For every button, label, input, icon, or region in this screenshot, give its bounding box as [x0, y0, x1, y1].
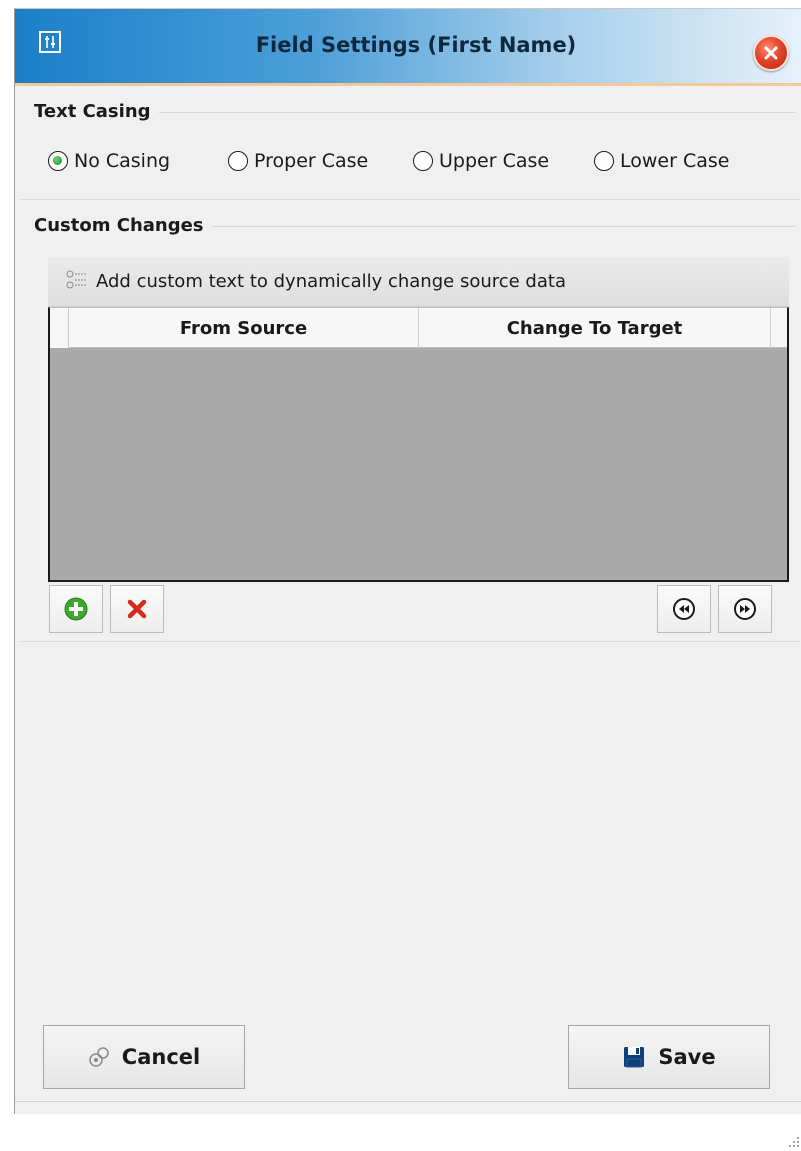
column-header-change-to-target[interactable]: Change To Target — [419, 308, 771, 348]
resize-grip[interactable] — [785, 1135, 801, 1151]
window-title: Field Settings (First Name) — [255, 33, 577, 57]
title-accent-line — [15, 83, 801, 86]
radio-indicator — [228, 151, 248, 171]
radio-indicator — [594, 151, 614, 171]
close-button[interactable] — [753, 35, 789, 71]
radio-no-casing[interactable]: No Casing — [48, 147, 170, 175]
field-settings-window: Field Settings (First Name) Text Casing … — [14, 8, 801, 1147]
save-button[interactable]: Save — [568, 1025, 770, 1089]
list-options-icon — [66, 269, 88, 295]
custom-changes-divider — [205, 226, 795, 227]
grid-header: From Source Change To Target — [50, 308, 787, 348]
radio-label: Proper Case — [254, 150, 369, 172]
radio-upper-case[interactable]: Upper Case — [413, 147, 549, 175]
fast-forward-icon — [734, 598, 756, 620]
row-indicator-header — [50, 308, 69, 348]
radio-checked-indicator — [48, 151, 68, 171]
move-forward-button[interactable] — [718, 585, 772, 633]
text-casing-divider — [155, 112, 795, 113]
save-label: Save — [658, 1045, 716, 1069]
add-icon — [64, 597, 88, 621]
status-bar-divider — [15, 1101, 801, 1102]
cancel-icon — [88, 1046, 110, 1068]
custom-changes-title: Custom Changes — [34, 215, 212, 236]
delete-row-button[interactable] — [110, 585, 164, 633]
delete-icon — [127, 599, 147, 619]
column-header-from-source[interactable]: From Source — [69, 308, 419, 348]
cancel-label: Cancel — [121, 1045, 201, 1069]
radio-lower-case[interactable]: Lower Case — [594, 147, 729, 175]
radio-label: No Casing — [74, 150, 171, 172]
text-casing-title: Text Casing — [34, 101, 159, 122]
custom-changes-header-text: Add custom text to dynamically change so… — [96, 271, 566, 292]
close-icon — [764, 46, 778, 60]
section-separator — [20, 641, 800, 642]
custom-changes-grid[interactable]: From Source Change To Target — [48, 307, 789, 582]
cancel-button[interactable]: Cancel — [43, 1025, 245, 1089]
save-icon — [622, 1045, 646, 1069]
radio-label: Upper Case — [439, 150, 550, 172]
section-separator — [20, 199, 800, 200]
radio-label: Lower Case — [620, 150, 730, 172]
custom-changes-header: Add custom text to dynamically change so… — [48, 257, 789, 307]
add-row-button[interactable] — [49, 585, 103, 633]
rewind-icon — [673, 598, 695, 620]
title-bar[interactable]: Field Settings (First Name) — [15, 9, 801, 86]
radio-indicator — [413, 151, 433, 171]
radio-proper-case[interactable]: Proper Case — [228, 147, 368, 175]
move-back-button[interactable] — [657, 585, 711, 633]
